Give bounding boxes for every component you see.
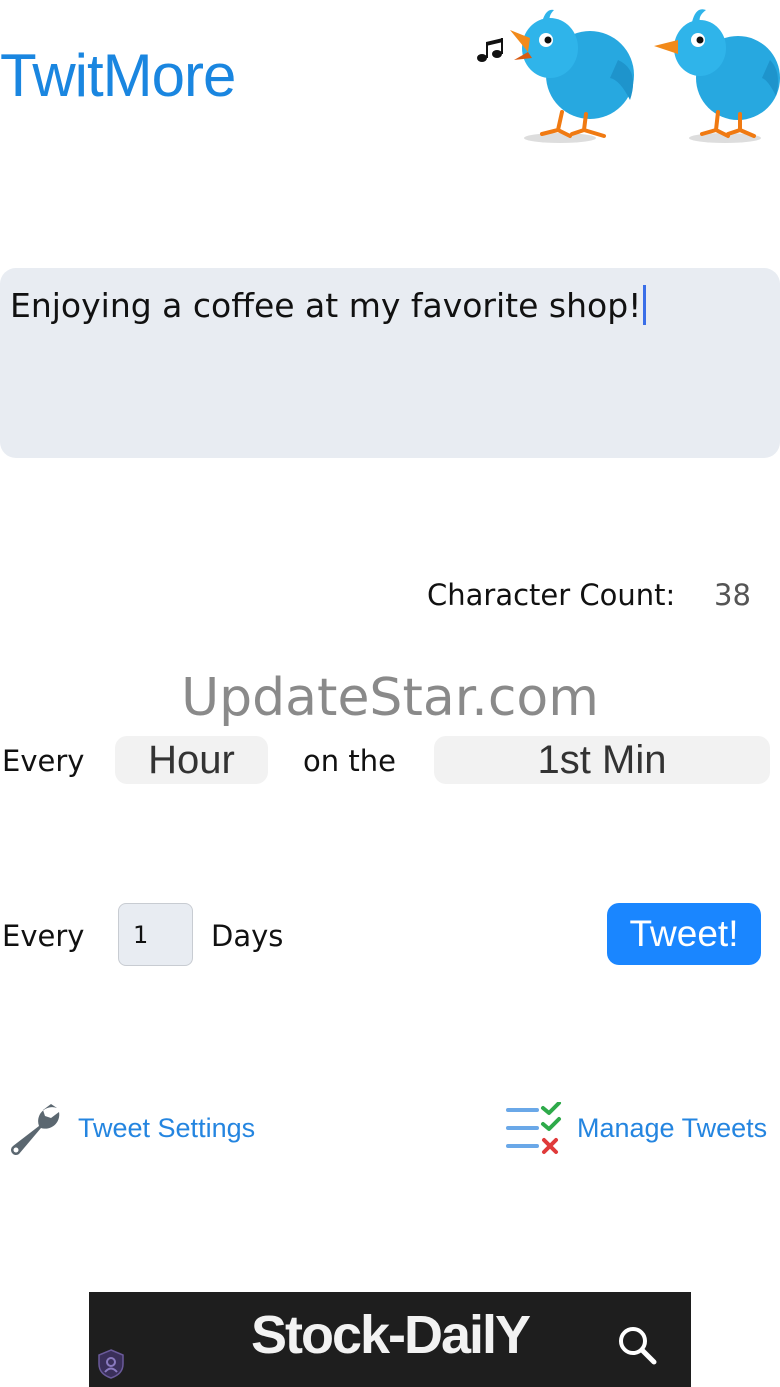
checklist-icon[interactable] [505, 1102, 563, 1156]
tweet-button[interactable]: Tweet! [607, 903, 761, 965]
ad-banner[interactable]: Stock-DailY [89, 1292, 691, 1387]
ad-text: Stock-DailY [250, 1305, 531, 1365]
text-cursor [643, 285, 647, 325]
manage-tweets-link[interactable]: Manage Tweets [577, 1111, 767, 1145]
every-label: Every [2, 744, 85, 778]
character-count-label: Character Count: [427, 578, 676, 612]
tweet-text-area[interactable]: Enjoying a coffee at my favorite shop! [0, 268, 780, 458]
days-input[interactable]: 1 [118, 903, 193, 966]
tweet-settings-link[interactable]: Tweet Settings [78, 1111, 255, 1145]
singing-birds-icon [477, 9, 780, 143]
tweet-text: Enjoying a coffee at my favorite shop! [10, 286, 642, 325]
shield-icon [98, 1349, 124, 1379]
period-selector[interactable]: Hour [115, 736, 268, 784]
days-label: Days [211, 919, 284, 953]
on-the-label: on the [303, 744, 396, 778]
watermark: UpdateStar.com [181, 668, 599, 728]
every-days-label: Every [2, 919, 85, 953]
app-title: TwitMore [0, 42, 236, 109]
wrench-icon[interactable] [5, 1100, 63, 1158]
minute-selector[interactable]: 1st Min [434, 736, 770, 784]
character-count-value: 38 [714, 578, 751, 612]
search-icon [619, 1327, 657, 1365]
